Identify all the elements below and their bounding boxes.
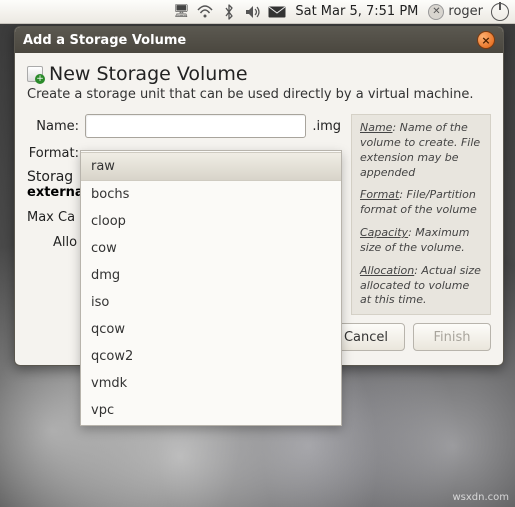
format-option-dmg[interactable]: dmg: [81, 262, 341, 289]
new-volume-icon: [27, 66, 43, 82]
wifi-icon[interactable]: [195, 2, 215, 22]
monitor-icon[interactable]: 🖥: [171, 2, 191, 22]
format-dropdown[interactable]: rawbochscloopcowdmgisoqcowqcow2vmdkvpc: [80, 150, 342, 426]
format-option-qcow[interactable]: qcow: [81, 316, 341, 343]
finish-button[interactable]: Finish: [413, 323, 491, 351]
watermark: wsxdn.com: [452, 492, 509, 503]
clock[interactable]: Sat Mar 5, 7:51 PM: [295, 4, 418, 19]
help-format-term: Format: [360, 188, 399, 201]
format-option-iso[interactable]: iso: [81, 289, 341, 316]
format-option-cow[interactable]: cow: [81, 235, 341, 262]
mail-icon[interactable]: [267, 2, 287, 22]
titlebar[interactable]: Add a Storage Volume ×: [15, 27, 503, 53]
format-option-qcow2[interactable]: qcow2: [81, 343, 341, 370]
help-panel: Name: Name of the volume to create. File…: [351, 114, 491, 315]
format-option-vpc[interactable]: vpc: [81, 397, 341, 424]
format-option-bochs[interactable]: bochs: [81, 181, 341, 208]
extension-label: .img: [312, 119, 341, 134]
user-icon: ✕: [428, 4, 444, 20]
format-option-vmdk[interactable]: vmdk: [81, 370, 341, 397]
format-option-cloop[interactable]: cloop: [81, 208, 341, 235]
help-name-term: Name: [360, 121, 392, 134]
power-icon[interactable]: [491, 3, 509, 21]
close-button[interactable]: ×: [477, 31, 495, 49]
dialog-subheading: Create a storage unit that can be used d…: [27, 87, 491, 102]
bluetooth-icon[interactable]: [219, 2, 239, 22]
volume-icon[interactable]: [243, 2, 263, 22]
dialog-heading: New Storage Volume: [49, 63, 248, 85]
name-input[interactable]: [85, 114, 306, 138]
help-allocation-term: Allocation: [360, 264, 414, 277]
user-menu[interactable]: ✕ roger: [428, 4, 483, 20]
help-capacity-term: Capacity: [360, 226, 408, 239]
top-panel: 🖥 Sat Mar 5, 7:51 PM ✕ roger: [0, 0, 515, 24]
window-title: Add a Storage Volume: [23, 33, 477, 48]
format-option-raw[interactable]: raw: [81, 152, 341, 181]
name-label: Name:: [27, 119, 79, 134]
format-label: Format:: [27, 146, 79, 161]
username-label: roger: [448, 4, 483, 19]
